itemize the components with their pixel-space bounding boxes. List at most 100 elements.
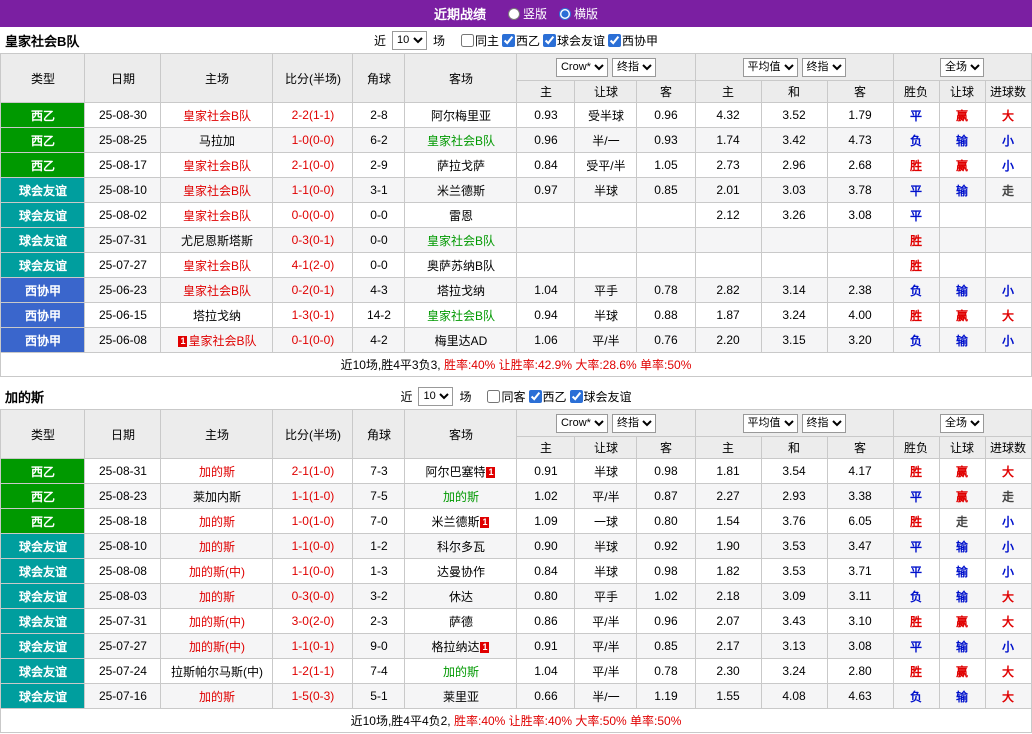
score-cell[interactable]: 1-1(0-0) <box>272 558 354 584</box>
filter-checkbox-3[interactable] <box>608 33 622 47</box>
away-team-cell[interactable]: 皇家社会B队 <box>404 127 518 153</box>
date-cell: 25-08-18 <box>84 508 162 534</box>
home-team-cell[interactable]: 加的斯 <box>160 683 274 709</box>
games-count-select[interactable]: 10 <box>391 30 427 50</box>
home-team-cell[interactable]: 加的斯(中) <box>160 558 274 584</box>
home-team-cell[interactable]: 尤尼恩斯塔斯 <box>160 227 274 253</box>
score-cell[interactable]: 2-1(0-0) <box>272 152 354 178</box>
avg-odds-cell: 3.78 <box>826 177 894 203</box>
home-team-cell[interactable]: 加的斯 <box>160 508 274 534</box>
avg-time-select[interactable]: 终指 <box>801 413 846 433</box>
away-team-cell[interactable]: 梅里达AD <box>404 327 518 353</box>
away-team-cell[interactable]: 米兰德斯 1 <box>404 508 518 534</box>
score-cell[interactable]: 0-1(0-0) <box>272 327 354 353</box>
away-team-cell[interactable]: 雷恩 <box>404 202 518 228</box>
score-cell[interactable]: 0-3(0-1) <box>272 227 354 253</box>
away-team-cell[interactable]: 皇家社会B队 <box>404 227 518 253</box>
away-team-cell[interactable]: 萨拉戈萨 <box>404 152 518 178</box>
home-team-cell[interactable]: 皇家社会B队 <box>160 152 274 178</box>
home-team-cell[interactable]: 加的斯(中) <box>160 633 274 659</box>
away-team-cell[interactable]: 奥萨苏纳B队 <box>404 252 518 278</box>
score-cell[interactable]: 0-0(0-0) <box>272 202 354 228</box>
away-team-cell[interactable]: 萨德 <box>404 608 518 634</box>
away-team-cell[interactable]: 米兰德斯 <box>404 177 518 203</box>
avg-time-select[interactable]: 终指 <box>801 57 846 77</box>
scope-select[interactable]: 全场 <box>940 57 985 77</box>
away-team-cell[interactable]: 塔拉戈纳 <box>404 277 518 303</box>
layout-option-vertical[interactable]: 竖版 <box>507 5 547 22</box>
filter-option-2[interactable]: 球会友谊 <box>569 388 632 405</box>
result-cell: 胜 <box>892 227 940 253</box>
odds-time-select[interactable]: 终指 <box>611 413 656 433</box>
layout-radio-vertical[interactable] <box>507 7 520 20</box>
score-cell[interactable]: 1-1(0-0) <box>272 177 354 203</box>
away-team-cell[interactable]: 阿尔巴塞特 1 <box>404 458 518 484</box>
filter-option-0[interactable]: 同客 <box>487 388 526 405</box>
score-cell[interactable]: 1-2(1-1) <box>272 658 354 684</box>
odds-company-select[interactable]: Crow* <box>555 57 608 77</box>
home-team-cell[interactable]: 皇家社会B队 <box>160 252 274 278</box>
home-team-cell[interactable]: 皇家社会B队 <box>160 277 274 303</box>
score-cell[interactable]: 1-5(0-3) <box>272 683 354 709</box>
filter-option-0[interactable]: 同主 <box>460 32 499 49</box>
home-team-cell[interactable]: 加的斯 <box>160 583 274 609</box>
score-cell[interactable]: 3-0(2-0) <box>272 608 354 634</box>
handicap-odds-cell: 半/一 <box>574 127 638 153</box>
score-cell[interactable]: 1-1(1-0) <box>272 483 354 509</box>
filter-checkbox-1[interactable] <box>502 33 515 47</box>
layout-radio-horizontal[interactable] <box>559 7 571 20</box>
filter-option-1[interactable]: 西乙 <box>528 388 567 405</box>
avg-odds-select[interactable]: 平均值 <box>742 413 798 433</box>
corner-cell: 3-1 <box>352 177 406 203</box>
home-team-cell[interactable]: 皇家社会B队 <box>160 177 274 203</box>
score-cell[interactable]: 1-0(0-0) <box>272 127 354 153</box>
scope-select[interactable]: 全场 <box>940 413 985 433</box>
filter-checkbox-2[interactable] <box>543 33 557 47</box>
date-cell: 25-08-23 <box>84 483 162 509</box>
away-team-cell[interactable]: 莱里亚 <box>404 683 518 709</box>
score-cell[interactable]: 1-0(1-0) <box>272 508 354 534</box>
away-team-name: 雷恩 <box>448 208 473 223</box>
score-cell[interactable]: 1-1(0-0) <box>272 533 354 559</box>
away-team-cell[interactable]: 格拉纳达 1 <box>404 633 518 659</box>
odds-time-select[interactable]: 终指 <box>611 57 656 77</box>
away-team-cell[interactable]: 科尔多瓦 <box>404 533 518 559</box>
score-cell[interactable]: 2-2(1-1) <box>272 102 354 128</box>
filter-checkbox-1[interactable] <box>528 389 542 403</box>
home-team-cell[interactable]: 1 皇家社会B队 <box>160 327 274 353</box>
away-team-cell[interactable]: 阿尔梅里亚 <box>404 102 518 128</box>
filter-checkbox-0[interactable] <box>487 389 501 403</box>
home-team-cell[interactable]: 加的斯(中) <box>160 608 274 634</box>
layout-option-horizontal[interactable]: 横版 <box>559 5 598 22</box>
score-cell[interactable]: 1-1(0-1) <box>272 633 354 659</box>
filter-checkbox-2[interactable] <box>569 389 583 403</box>
away-team-cell[interactable]: 皇家社会B队 <box>404 302 518 328</box>
score-cell[interactable]: 0-3(0-0) <box>272 583 354 609</box>
games-count-select[interactable]: 10 <box>418 386 454 406</box>
score-cell[interactable]: 0-2(0-1) <box>272 277 354 303</box>
filter-option-1[interactable]: 西乙 <box>502 32 540 49</box>
home-team-cell[interactable]: 塔拉戈纳 <box>160 302 274 328</box>
home-team-cell[interactable]: 莱加内斯 <box>160 483 274 509</box>
away-team-cell[interactable]: 休达 <box>404 583 518 609</box>
away-team-cell[interactable]: 达曼协作 <box>404 558 518 584</box>
date-cell: 25-08-08 <box>84 558 162 584</box>
score-cell[interactable]: 4-1(2-0) <box>272 252 354 278</box>
away-team-cell[interactable]: 加的斯 <box>404 483 518 509</box>
result-cell: 小 <box>984 633 1032 659</box>
home-team-cell[interactable]: 加的斯 <box>160 533 274 559</box>
score-cell[interactable]: 2-1(1-0) <box>272 458 354 484</box>
filter-option-2[interactable]: 球会友谊 <box>543 32 605 49</box>
score-cell[interactable]: 1-3(0-1) <box>272 302 354 328</box>
result-cell: 大 <box>984 302 1032 328</box>
home-team-cell[interactable]: 皇家社会B队 <box>160 202 274 228</box>
filter-option-3[interactable]: 西协甲 <box>608 32 658 49</box>
home-team-cell[interactable]: 马拉加 <box>160 127 274 153</box>
home-team-cell[interactable]: 皇家社会B队 <box>160 102 274 128</box>
home-team-cell[interactable]: 加的斯 <box>160 458 274 484</box>
odds-company-select[interactable]: Crow* <box>555 413 608 433</box>
avg-odds-select[interactable]: 平均值 <box>742 57 798 77</box>
filter-checkbox-0[interactable] <box>460 33 474 47</box>
away-team-cell[interactable]: 加的斯 <box>404 658 518 684</box>
home-team-cell[interactable]: 拉斯帕尔马斯(中) <box>160 658 274 684</box>
